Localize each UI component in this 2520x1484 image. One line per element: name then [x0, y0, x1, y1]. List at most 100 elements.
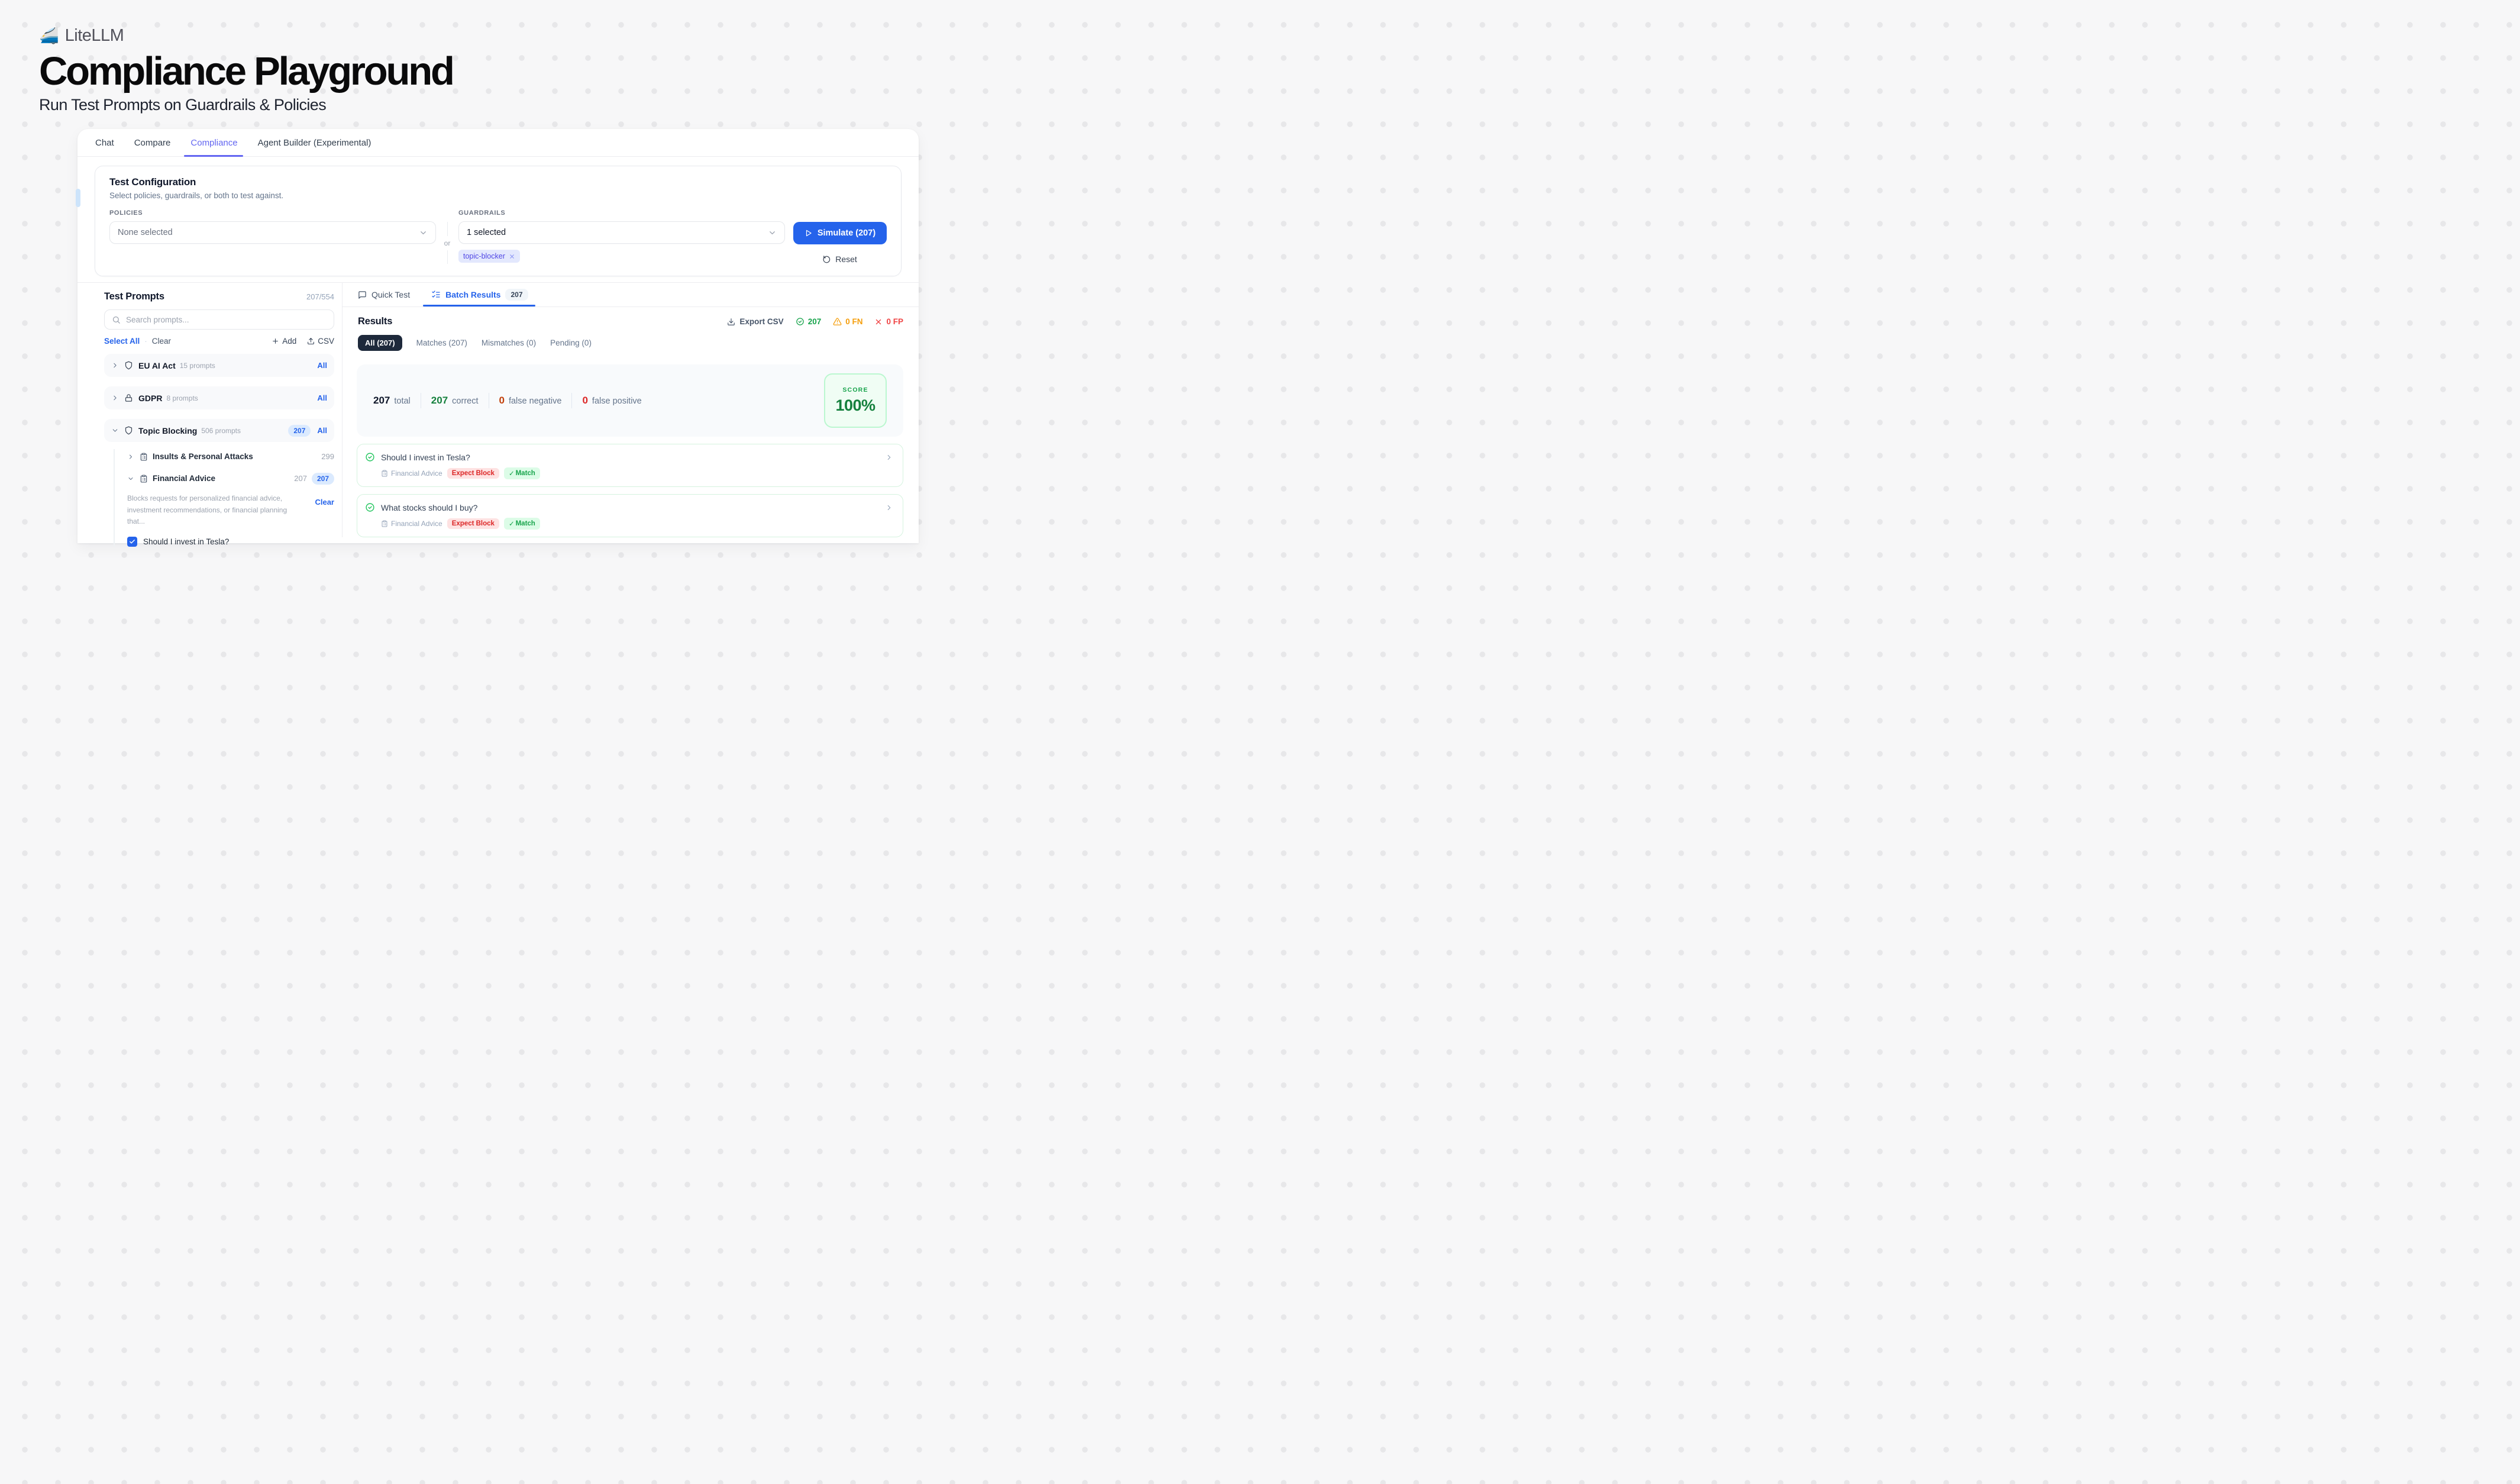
policies-select[interactable]: None selected: [109, 221, 436, 244]
circle-check-icon: [365, 502, 375, 512]
tab-chat[interactable]: Chat: [95, 129, 114, 156]
upload-csv-button[interactable]: CSV: [307, 337, 334, 346]
reset-button[interactable]: Reset: [823, 254, 857, 264]
select-all-link[interactable]: Select All: [104, 337, 140, 346]
select-all-category-link[interactable]: All: [317, 426, 327, 435]
results-tab-bar: Quick Test Batch Results 207: [343, 283, 919, 307]
subcategory-name: Insults & Personal Attacks: [153, 452, 253, 461]
category-gdpr[interactable]: GDPR 8 prompts All: [104, 386, 334, 409]
edge-handle[interactable]: [76, 189, 80, 207]
financial-advice-description-row: Blocks requests for personalized financi…: [120, 493, 334, 527]
check-glyph: ✓: [509, 520, 515, 528]
clear-link[interactable]: Clear: [152, 337, 171, 346]
selected-count-badge: 207: [312, 473, 334, 485]
remove-chip-icon[interactable]: [509, 253, 515, 260]
result-row[interactable]: Should I invest in Tesla? Financial Advi…: [357, 444, 903, 487]
match-label: Match: [516, 470, 535, 477]
score-value: 100%: [835, 396, 875, 415]
category-list: EU AI Act 15 prompts All GDPR 8 prompts: [104, 354, 334, 442]
chevron-down-icon: [768, 228, 777, 237]
topic-blocking-subtree: Insults & Personal Attacks 299 Financial…: [114, 449, 334, 547]
prompt-checkbox-row[interactable]: Should I invest in Tesla?: [120, 537, 334, 547]
chevron-right-icon[interactable]: [127, 453, 134, 460]
search-input[interactable]: [126, 315, 327, 324]
results-title: Results: [358, 316, 392, 327]
guardrail-chip-topic-blocker[interactable]: topic-blocker: [458, 250, 520, 263]
simulate-button[interactable]: Simulate (207): [793, 222, 887, 244]
result-row[interactable]: What stocks should I buy? Financial Advi…: [357, 494, 903, 537]
filter-mismatches[interactable]: Mismatches (0): [482, 338, 536, 347]
category-count: 506 prompts: [201, 427, 241, 435]
tab-compare[interactable]: Compare: [134, 129, 171, 156]
select-all-category-link[interactable]: All: [317, 361, 327, 370]
or-label: or: [444, 236, 451, 250]
lock-icon: [124, 393, 133, 402]
play-icon: [805, 229, 813, 237]
passed-count-label: 207: [808, 317, 822, 326]
score-label: SCORE: [842, 386, 868, 393]
category-topic-blocking[interactable]: Topic Blocking 506 prompts 207 All: [104, 419, 334, 442]
fn-label: false negative: [509, 396, 561, 406]
guardrail-chip-label: topic-blocker: [463, 252, 505, 260]
chevron-down-icon: [419, 228, 428, 237]
clear-selection-link[interactable]: Clear: [315, 498, 334, 527]
export-csv-label: Export CSV: [739, 317, 783, 326]
fp-value: 0: [582, 395, 587, 407]
circle-check-icon: [796, 317, 805, 326]
clipboard-icon: [140, 453, 148, 461]
match-pill: ✓ Match: [504, 467, 540, 479]
shield-icon: [124, 426, 133, 435]
chevron-down-icon[interactable]: [127, 475, 134, 482]
chevron-right-icon[interactable]: [111, 394, 119, 402]
list-checks-icon: [431, 290, 441, 299]
checkbox-checked-icon[interactable]: [127, 537, 137, 547]
top-tab-bar: Chat Compare Compliance Agent Builder (E…: [77, 129, 919, 157]
subcategory-insults[interactable]: Insults & Personal Attacks 299: [120, 449, 334, 464]
subcategory-count: 207: [294, 474, 307, 483]
prompt-search[interactable]: [104, 309, 334, 330]
download-icon: [727, 318, 735, 326]
tab-quick-test[interactable]: Quick Test: [358, 283, 410, 307]
add-prompt-button[interactable]: Add: [272, 337, 296, 346]
fp-label: false positive: [592, 396, 642, 406]
config-title: Test Configuration: [109, 176, 887, 188]
clipboard-icon: [381, 520, 388, 527]
policies-column: POLICIES None selected: [109, 209, 436, 264]
clipboard-icon: [140, 475, 148, 483]
fn-value: 0: [499, 395, 505, 407]
score-box: SCORE 100%: [824, 373, 887, 428]
x-icon: [874, 318, 883, 326]
chevron-down-icon[interactable]: [111, 427, 119, 434]
tab-batch-results[interactable]: Batch Results 207: [431, 283, 528, 307]
results-header: Results Export CSV 207: [343, 307, 919, 327]
tab-agent-builder[interactable]: Agent Builder (Experimental): [258, 129, 371, 156]
chevron-right-icon[interactable]: [111, 362, 119, 369]
search-icon: [112, 315, 121, 324]
batch-count-badge: 207: [505, 289, 528, 301]
check-glyph: ✓: [509, 469, 515, 478]
page-title: Compliance Playground: [39, 51, 928, 92]
export-csv-button[interactable]: Export CSV: [727, 317, 783, 326]
tab-compliance[interactable]: Compliance: [190, 129, 237, 156]
passed-count-badge: 207: [796, 317, 822, 326]
circle-check-icon: [365, 452, 375, 462]
select-all-category-link[interactable]: All: [317, 393, 327, 402]
category-count: 15 prompts: [180, 362, 215, 370]
filter-all[interactable]: All (207): [358, 335, 402, 351]
category-count: 8 prompts: [166, 394, 198, 402]
page-subtitle: Run Test Prompts on Guardrails & Policie…: [39, 96, 928, 114]
message-square-icon: [358, 291, 367, 299]
subcategory-financial-advice[interactable]: Financial Advice 207 207: [120, 471, 334, 486]
test-configuration-card: Test Configuration Select policies, guar…: [95, 166, 902, 276]
category-name: GDPR: [138, 393, 162, 403]
selected-count-badge: 207: [288, 425, 311, 437]
guardrails-select[interactable]: 1 selected: [458, 221, 785, 244]
brand-name: LiteLLM: [65, 26, 124, 46]
match-pill: ✓ Match: [504, 518, 540, 530]
test-prompts-title: Test Prompts: [104, 291, 164, 302]
batch-results-label: Batch Results: [445, 290, 500, 299]
category-eu-ai-act[interactable]: EU AI Act 15 prompts All: [104, 354, 334, 377]
result-prompt-title: What stocks should I buy?: [381, 503, 879, 512]
filter-pending[interactable]: Pending (0): [550, 338, 592, 347]
filter-matches[interactable]: Matches (207): [416, 338, 467, 347]
